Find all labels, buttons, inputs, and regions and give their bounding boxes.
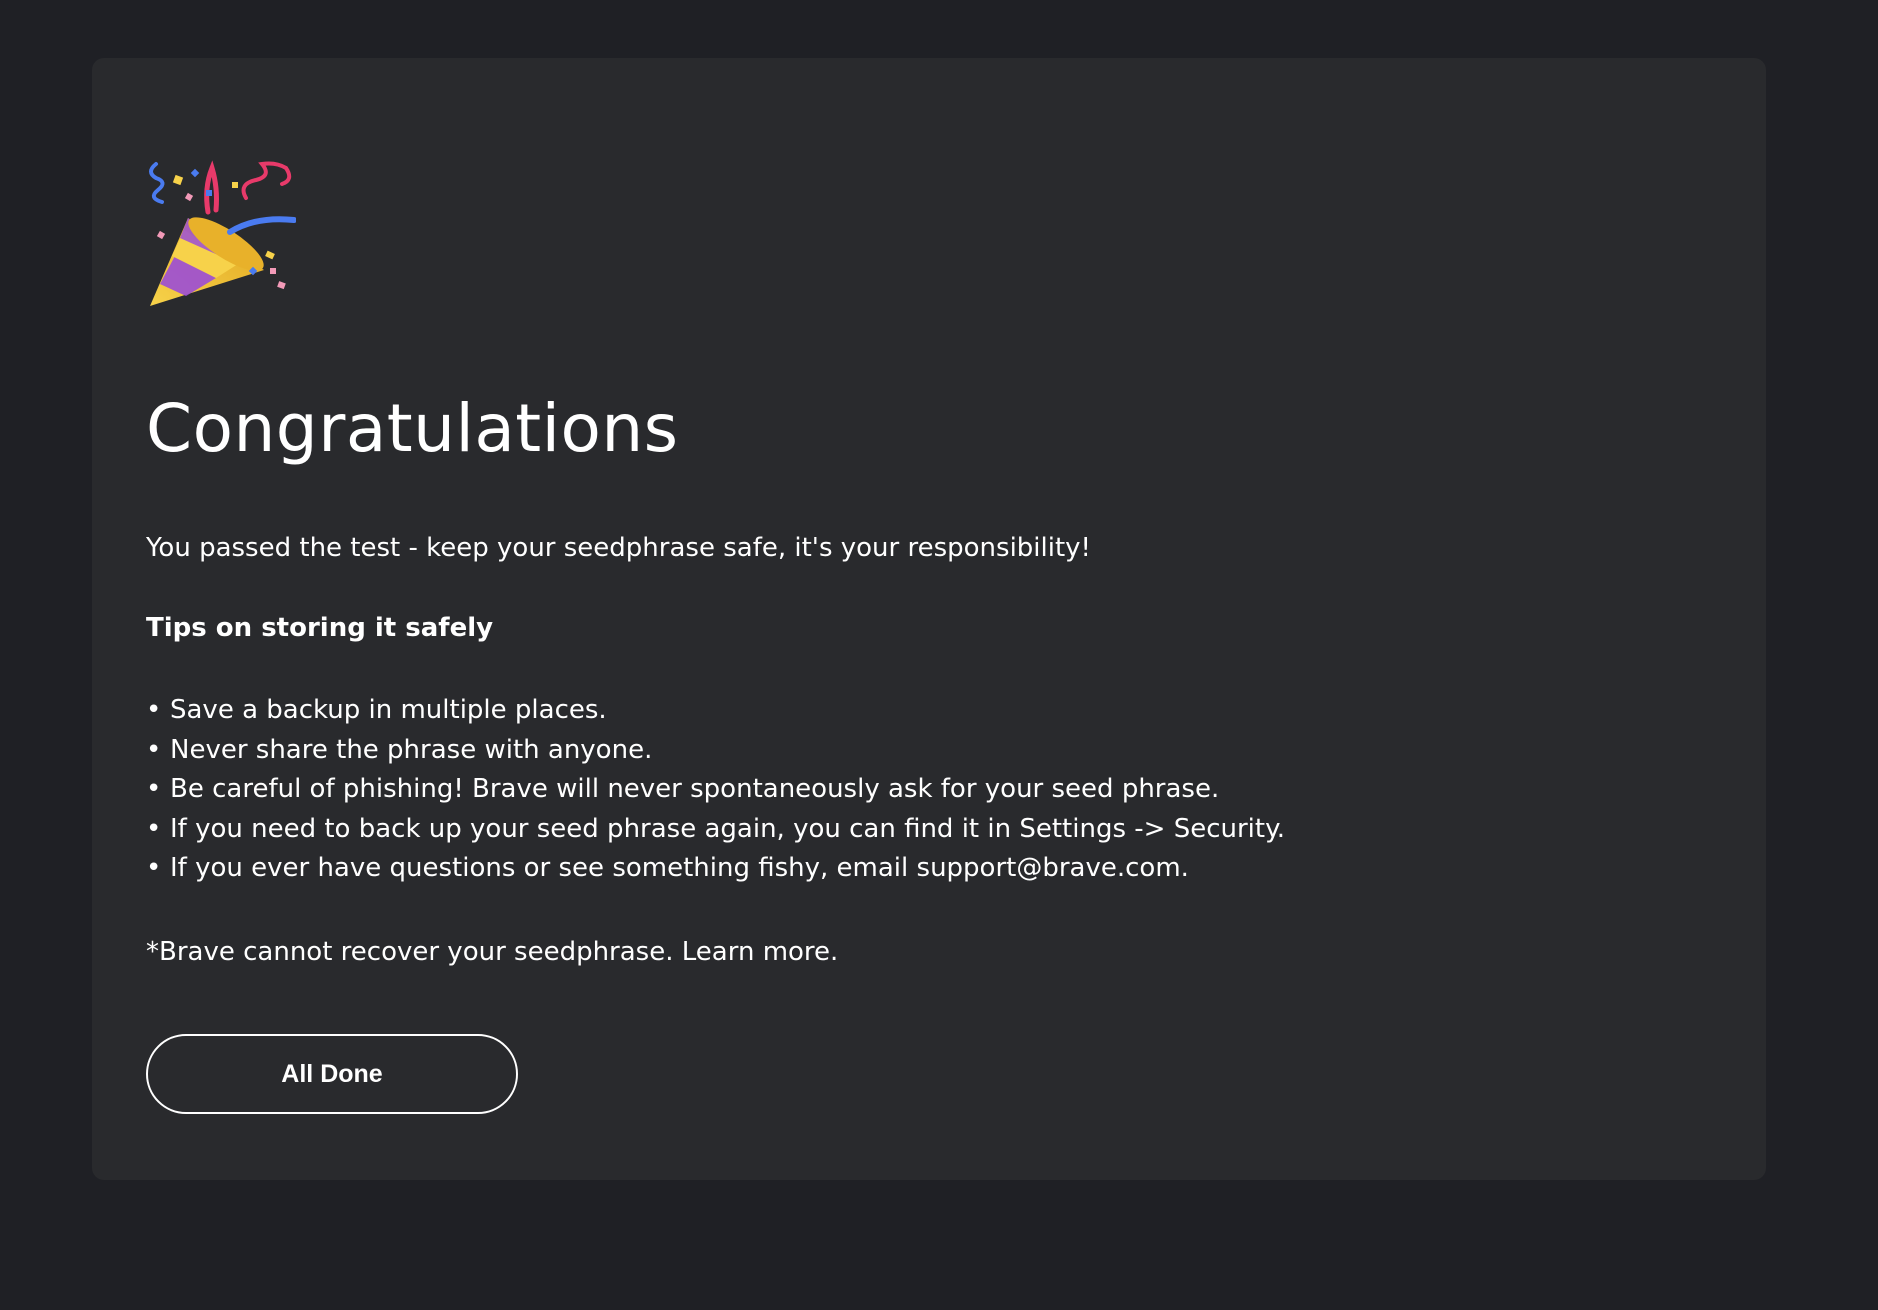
learn-more-link[interactable]: Learn more. [682, 937, 839, 967]
tip-text: Save a backup in multiple places. [170, 695, 607, 725]
bullet: • [146, 734, 162, 765]
bullet: • [146, 813, 162, 844]
list-item: • If you need to back up your seed phrase… [146, 810, 1285, 850]
backup-complete-card: Congratulations You passed the test - ke… [92, 58, 1766, 1180]
party-popper-icon [149, 160, 296, 306]
tips-list: • Save a backup in multiple places. • Neve… [146, 691, 1285, 889]
tip-text: If you ever have questions or see someth… [170, 853, 1189, 883]
bullet: • [146, 774, 162, 804]
list-item: • Save a backup in multiple places. [146, 691, 1285, 731]
list-item: • Be careful of phishing! Brave will neve… [146, 770, 1285, 810]
tip-text: If you need to back up your seed phrase … [170, 813, 1286, 844]
disclaimer-text: *Brave cannot recover your seedphrase. [146, 937, 674, 967]
bullet: • [146, 695, 162, 725]
tip-text: Be careful of phishing! Brave will never… [170, 774, 1220, 804]
bullet: • [146, 853, 162, 883]
recovery-disclaimer: *Brave cannot recover your seedphrase. L… [146, 934, 838, 970]
tip-text: Never share the phrase with anyone. [170, 734, 653, 765]
tips-heading: Tips on storing it safely [146, 613, 494, 643]
all-done-button[interactable]: All Done [146, 1034, 518, 1114]
subtitle: You passed the test - keep your seedphra… [146, 533, 1091, 563]
page-title: Congratulations [146, 390, 679, 467]
list-item: • If you ever have questions or see somet… [146, 849, 1285, 889]
list-item: • Never share the phrase with anyone. [146, 731, 1285, 771]
